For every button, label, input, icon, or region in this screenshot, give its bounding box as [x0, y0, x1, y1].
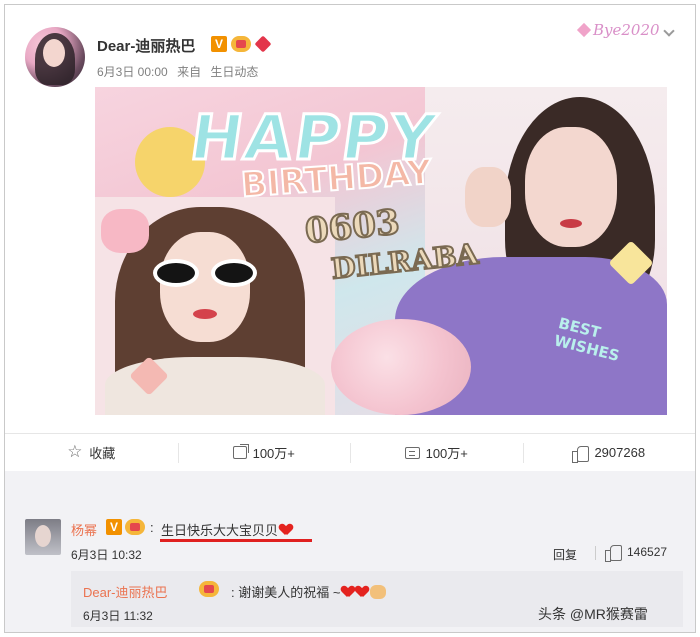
- watermark-text: 头条 @MR猴赛雷: [538, 606, 648, 622]
- year-badge-text: Bye2020: [593, 21, 660, 39]
- red-heart-emoji-icon: [356, 586, 368, 598]
- favorite-button[interactable]: 收藏: [5, 434, 178, 471]
- author-avatar[interactable]: [25, 27, 85, 87]
- verified-icon: V: [106, 519, 122, 535]
- comment-time: 6月3日 10:32: [71, 548, 142, 562]
- reply-text-wrap: : 谢谢美人的祝福 ~: [231, 582, 387, 601]
- peace-sign-hand: [465, 167, 511, 227]
- comment-icon: [404, 446, 420, 459]
- red-heart-emoji-icon: [280, 524, 292, 536]
- author-badges: V: [211, 36, 271, 52]
- comment-count: 100万+: [425, 446, 468, 461]
- reply-author[interactable]: Dear-迪丽热巴: [83, 582, 168, 601]
- divider: [595, 546, 596, 560]
- thumbs-up-icon: [605, 544, 622, 562]
- gift-badge-icon: [255, 36, 271, 52]
- repost-count: 100万+: [252, 446, 295, 461]
- author-name[interactable]: Dear-迪丽热巴: [97, 35, 195, 56]
- source-prefix: 来自: [177, 65, 202, 79]
- comment-button[interactable]: 100万+: [350, 434, 523, 471]
- member-crown-icon: [199, 581, 219, 597]
- chevron-down-icon[interactable]: [663, 25, 675, 37]
- commenter-name[interactable]: 杨幂: [71, 520, 97, 539]
- commenter-badges: V: [106, 519, 145, 535]
- like-button[interactable]: 2907268: [522, 434, 696, 471]
- reply-time: 6月3日 11:32: [83, 609, 153, 623]
- reply-button[interactable]: 回复: [553, 546, 577, 563]
- birthday-poster-image[interactable]: HAPPY BIRTHDAY 0603 DILRABA BEST WISHES: [95, 87, 667, 415]
- flower-decoration: [331, 319, 471, 415]
- action-bar: 收藏 100万+ 100万+ 2907268: [5, 433, 695, 471]
- member-crown-icon: [125, 519, 145, 535]
- post-date[interactable]: 6月3日 00:00: [97, 65, 168, 79]
- red-heart-emoji-icon: [342, 586, 354, 598]
- repost-icon: [232, 444, 249, 459]
- repost-button[interactable]: 100万+: [177, 434, 351, 471]
- post-meta: 6月3日 00:00 来自 生日动态: [97, 63, 264, 80]
- reply-badges: [199, 581, 219, 602]
- reply-text: 谢谢美人的祝福 ~: [238, 585, 341, 600]
- blush-emoji-icon: [370, 585, 387, 599]
- date-text: 0603: [302, 201, 402, 253]
- comment-colon: :: [150, 520, 154, 535]
- year-badge[interactable]: Bye2020: [576, 19, 675, 43]
- weibo-post-card: Dear-迪丽热巴 V 6月3日 00:00 来自 生日动态 Bye2020 H…: [4, 4, 696, 633]
- pink-heart-icon: [576, 22, 592, 38]
- thumbs-up-icon: [572, 445, 590, 463]
- comment-text-wrap: 生日快乐大大宝贝贝: [161, 520, 292, 539]
- commenter-avatar[interactable]: [25, 519, 61, 555]
- post-source[interactable]: 生日动态: [210, 65, 258, 79]
- verified-icon: V: [211, 36, 227, 52]
- like-count: 2907268: [594, 445, 646, 460]
- comment-like-button[interactable]: 146527: [605, 544, 668, 562]
- favorite-label: 收藏: [89, 446, 116, 461]
- star-icon: [67, 442, 83, 462]
- comment-like-count: 146527: [627, 545, 668, 559]
- bear-sticker-icon: [101, 209, 149, 253]
- sunglasses: [153, 259, 263, 289]
- reply-colon: :: [231, 585, 235, 600]
- comment-text: 生日快乐大大宝贝贝: [161, 523, 279, 538]
- highlight-underline: [160, 539, 312, 542]
- member-crown-icon: [231, 36, 251, 52]
